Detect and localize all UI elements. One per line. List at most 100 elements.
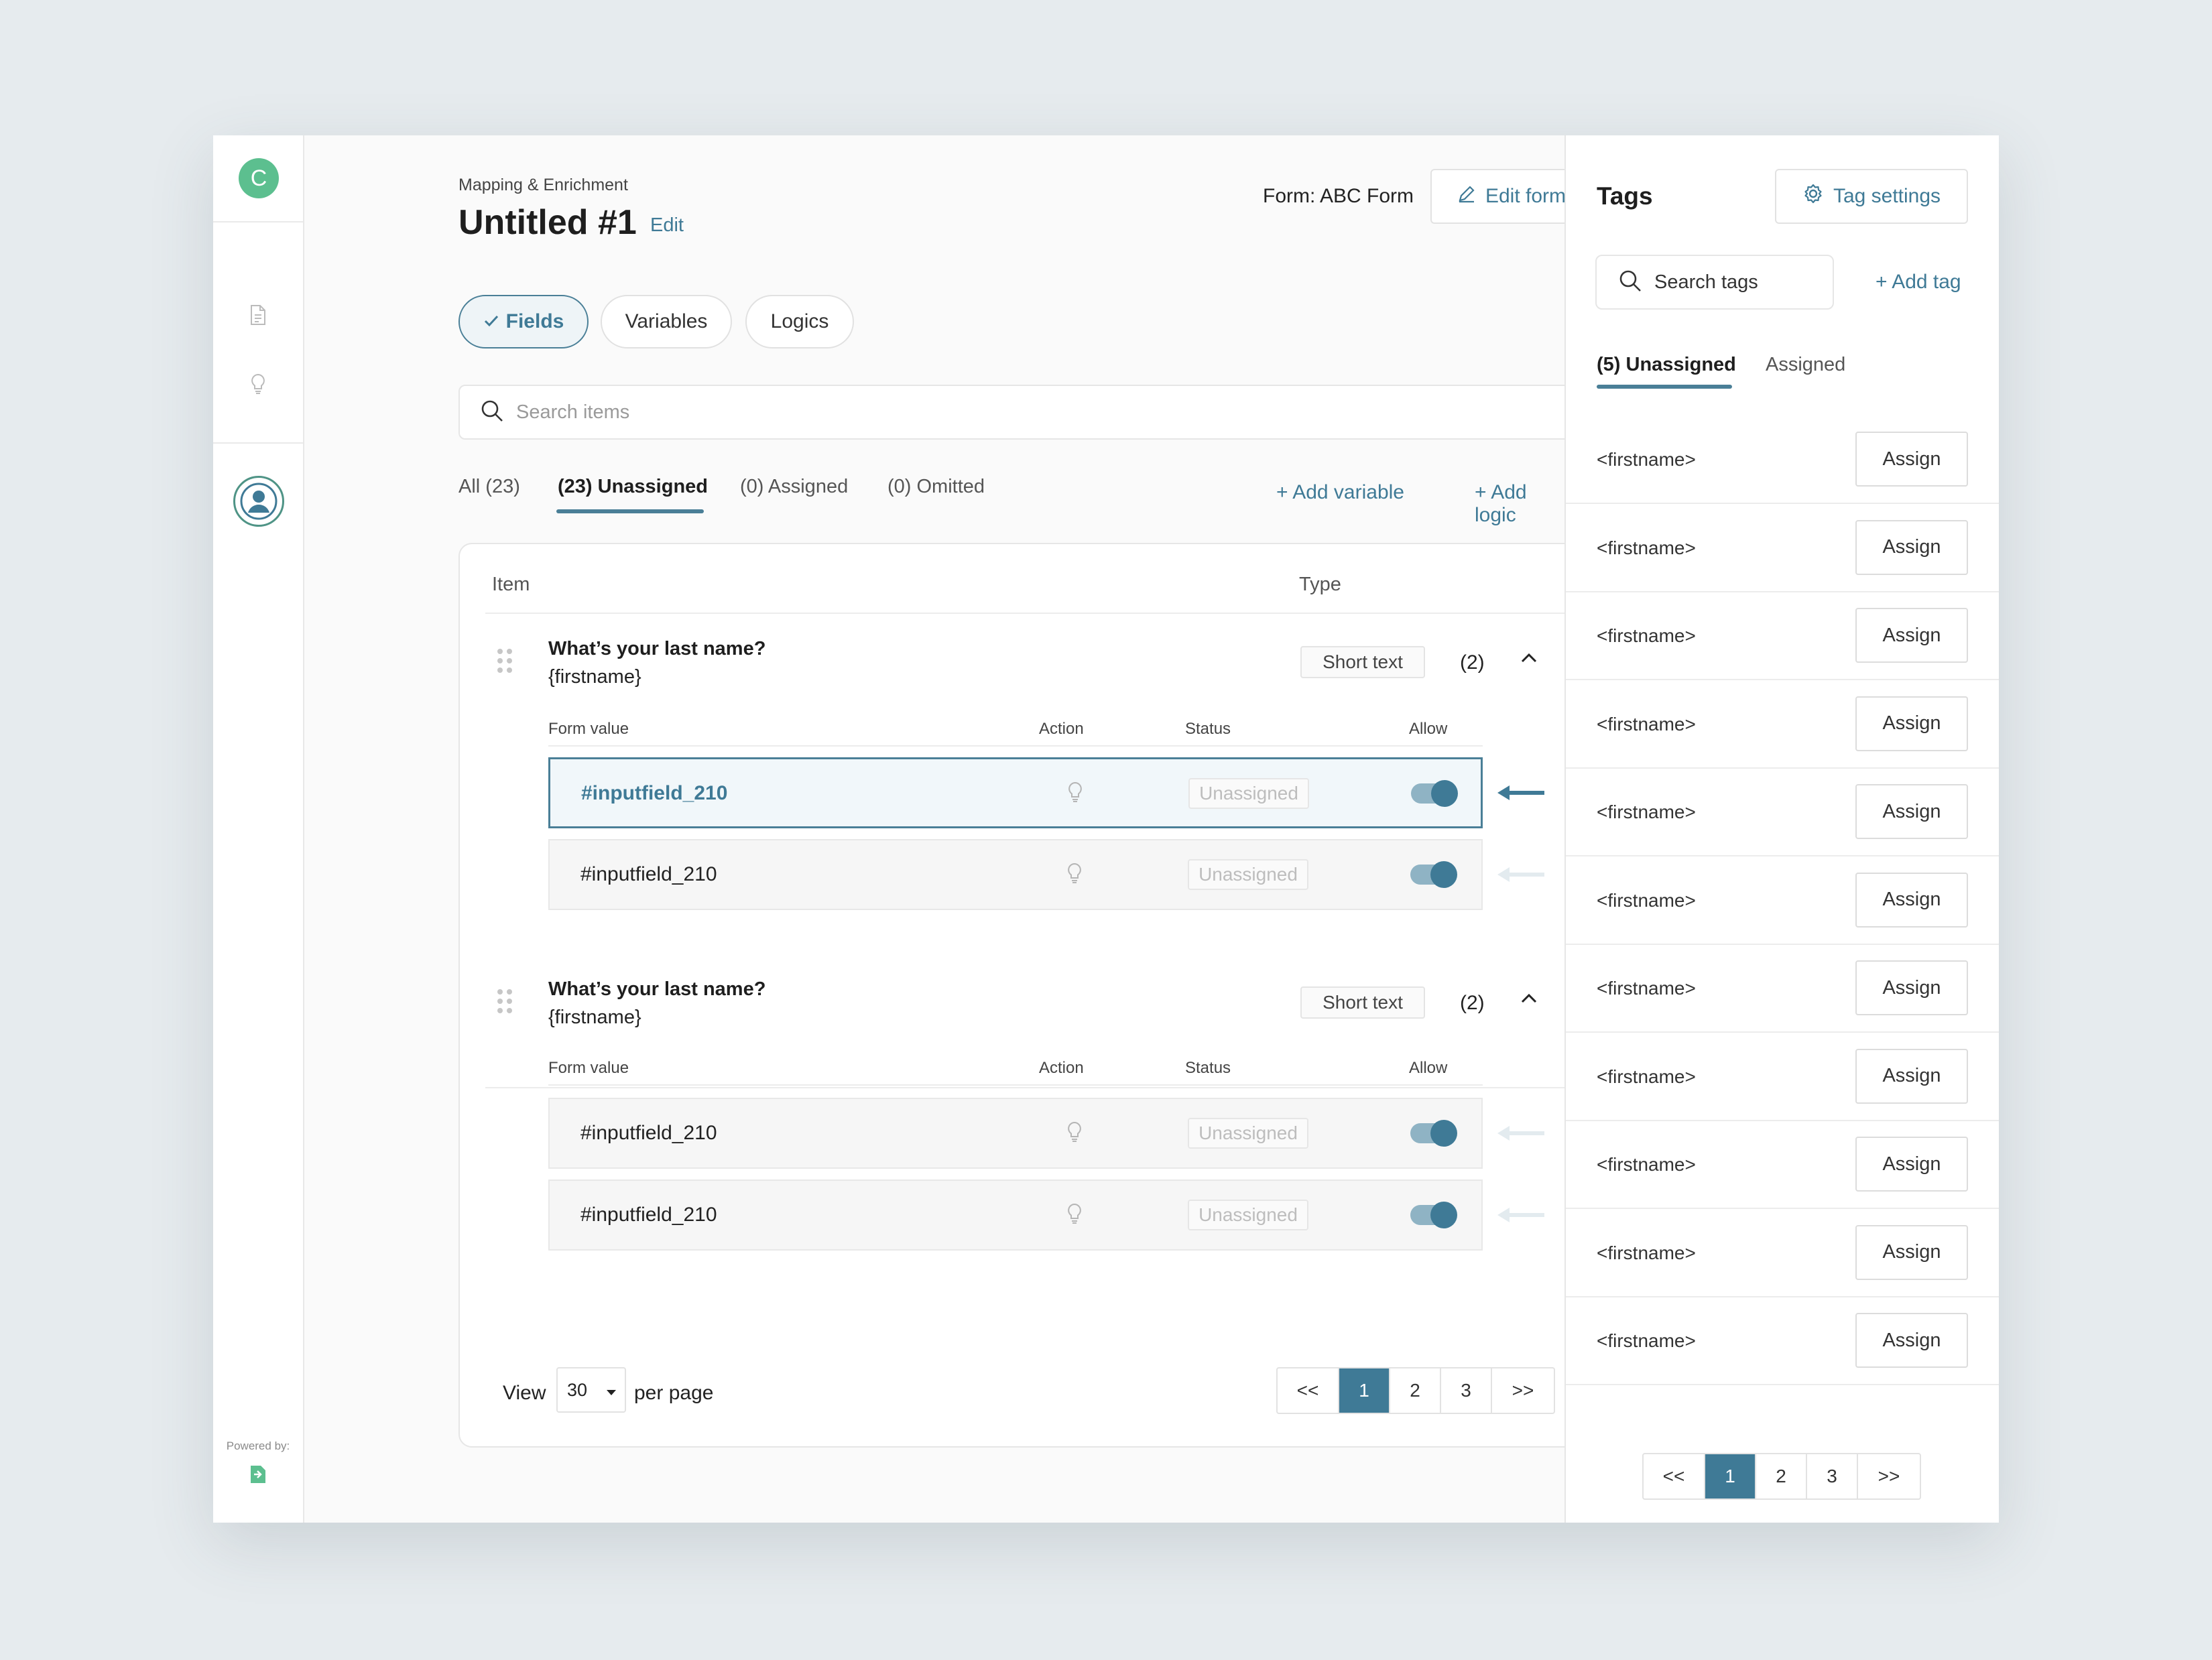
items-table: Item Type What’s your last name? {firstn… — [458, 543, 1595, 1448]
brand-logo[interactable]: C — [239, 158, 279, 198]
user-avatar-icon[interactable] — [233, 476, 284, 527]
subheader-form-value: Form value — [548, 720, 629, 738]
type-badge: Short text — [1300, 986, 1425, 1019]
tag-name: <firstname> — [1597, 449, 1696, 470]
assign-button[interactable]: Assign — [1855, 696, 1968, 751]
tag-name: <firstname> — [1597, 1154, 1696, 1175]
chevron-up-icon[interactable] — [1519, 992, 1539, 1009]
tab-assigned[interactable]: (0) Assigned — [740, 476, 848, 498]
table-row[interactable]: #inputfield_210 Unassigned — [548, 757, 1483, 828]
tab-omitted[interactable]: (0) Omitted — [887, 476, 985, 498]
form-value: #inputfield_210 — [580, 863, 717, 885]
lightbulb-icon[interactable] — [1066, 1202, 1083, 1228]
tag-name: <firstname> — [1597, 802, 1696, 822]
subheader-action: Action — [1039, 720, 1084, 738]
allow-toggle[interactable] — [1411, 780, 1458, 807]
allow-toggle[interactable] — [1410, 1120, 1457, 1147]
status-badge: Unassigned — [1188, 778, 1309, 809]
tag-search-input[interactable] — [1654, 271, 1815, 294]
add-tag-link[interactable]: + Add tag — [1876, 271, 1961, 294]
assign-button[interactable]: Assign — [1855, 519, 1968, 575]
assign-button[interactable]: Assign — [1855, 784, 1968, 839]
per-page-select[interactable]: 30 — [556, 1367, 626, 1413]
tag-name: <firstname> — [1597, 889, 1696, 911]
assign-button[interactable]: Assign — [1855, 1048, 1968, 1104]
segment-label: Fields — [505, 310, 564, 332]
tag-name: <firstname> — [1597, 537, 1696, 558]
tags-tab-unassigned[interactable]: (5) Unassigned — [1597, 354, 1736, 376]
subheader-divider — [548, 745, 1483, 747]
segment-label: Logics — [770, 310, 829, 332]
allow-toggle[interactable] — [1410, 1202, 1457, 1228]
table-row[interactable]: #inputfield_210 Unassigned — [548, 1179, 1483, 1251]
tag-row: <firstname> Assign — [1566, 1209, 1999, 1297]
tag-name: <firstname> — [1597, 1066, 1696, 1087]
pagination-page-3[interactable]: 3 — [1441, 1368, 1492, 1413]
assign-button[interactable]: Assign — [1855, 1313, 1968, 1368]
status-badge: Unassigned — [1188, 859, 1308, 890]
toggle-knob — [1430, 1202, 1457, 1228]
add-logic-link[interactable]: + Add logic — [1475, 481, 1564, 527]
pagination-prev[interactable]: << — [1644, 1454, 1705, 1498]
arrow-left-icon — [1496, 865, 1546, 888]
tag-row: <firstname> Assign — [1566, 1033, 1999, 1121]
search-input[interactable] — [516, 401, 1522, 424]
assign-button[interactable]: Assign — [1855, 1224, 1968, 1280]
search-icon — [1618, 269, 1642, 296]
edit-title-link[interactable]: Edit — [650, 214, 684, 237]
assign-button[interactable]: Assign — [1855, 432, 1968, 487]
breadcrumb[interactable]: Mapping & Enrichment — [458, 176, 628, 195]
tags-tab-assigned[interactable]: Assigned — [1766, 354, 1845, 376]
toggle-knob — [1431, 780, 1458, 807]
view-label: View — [503, 1382, 546, 1404]
app-window: C Powered by: Mapping & Enrichment Untit… — [213, 135, 1999, 1523]
tag-row: <firstname> Assign — [1566, 768, 1999, 856]
tab-unassigned[interactable]: (23) Unassigned — [558, 476, 708, 498]
arrow-left-icon — [1496, 1123, 1546, 1147]
pagination-prev[interactable]: << — [1278, 1368, 1339, 1413]
tag-row: <firstname> Assign — [1566, 504, 1999, 592]
lightbulb-icon[interactable] — [1066, 1121, 1083, 1147]
lightbulb-icon[interactable] — [1066, 781, 1084, 807]
chevron-up-icon[interactable] — [1519, 651, 1539, 668]
pagination-page-2[interactable]: 2 — [1390, 1368, 1441, 1413]
arrow-left-icon — [1496, 1205, 1546, 1228]
assign-button[interactable]: Assign — [1855, 872, 1968, 928]
tag-search-box — [1595, 255, 1834, 310]
active-tab-indicator — [1597, 385, 1732, 389]
document-icon[interactable] — [249, 304, 267, 329]
tag-row: <firstname> Assign — [1566, 680, 1999, 769]
pagination-next[interactable]: >> — [1492, 1368, 1554, 1413]
drag-handle-icon[interactable] — [497, 989, 512, 1013]
segment-variables[interactable]: Variables — [601, 295, 732, 348]
add-variable-link[interactable]: + Add variable — [1276, 481, 1404, 504]
segment-fields[interactable]: Fields — [458, 295, 589, 348]
tag-row: <firstname> Assign — [1566, 1297, 1999, 1385]
lightbulb-icon[interactable] — [249, 373, 267, 399]
caret-down-icon — [606, 1380, 617, 1401]
allow-toggle[interactable] — [1410, 861, 1457, 888]
subheader-divider — [548, 1084, 1483, 1086]
tag-settings-button[interactable]: Tag settings — [1775, 169, 1968, 224]
segment-logics[interactable]: Logics — [745, 295, 854, 348]
drag-handle-icon[interactable] — [497, 649, 512, 673]
left-rail: C Powered by: — [213, 135, 304, 1523]
table-row[interactable]: #inputfield_210 Unassigned — [548, 1098, 1483, 1169]
pagination-page-1[interactable]: 1 — [1339, 1368, 1390, 1413]
per-page-value: 30 — [567, 1379, 588, 1400]
lightbulb-icon[interactable] — [1066, 862, 1083, 888]
pagination-page-3[interactable]: 3 — [1807, 1454, 1858, 1498]
pagination-page-1[interactable]: 1 — [1705, 1454, 1756, 1498]
table-row[interactable]: #inputfield_210 Unassigned — [548, 839, 1483, 910]
main-content: Mapping & Enrichment Untitled #1 Edit Fo… — [304, 135, 1595, 1523]
pagination-page-2[interactable]: 2 — [1756, 1454, 1807, 1498]
tab-all[interactable]: All (23) — [458, 476, 520, 498]
assign-button[interactable]: Assign — [1855, 608, 1968, 663]
row-count: (2) — [1460, 992, 1485, 1014]
pagination-next[interactable]: >> — [1858, 1454, 1920, 1498]
assign-button[interactable]: Assign — [1855, 960, 1968, 1015]
column-header-type: Type — [1299, 574, 1341, 595]
assign-button[interactable]: Assign — [1855, 1137, 1968, 1192]
form-value: #inputfield_210 — [580, 1122, 717, 1144]
rail-divider — [213, 221, 303, 222]
